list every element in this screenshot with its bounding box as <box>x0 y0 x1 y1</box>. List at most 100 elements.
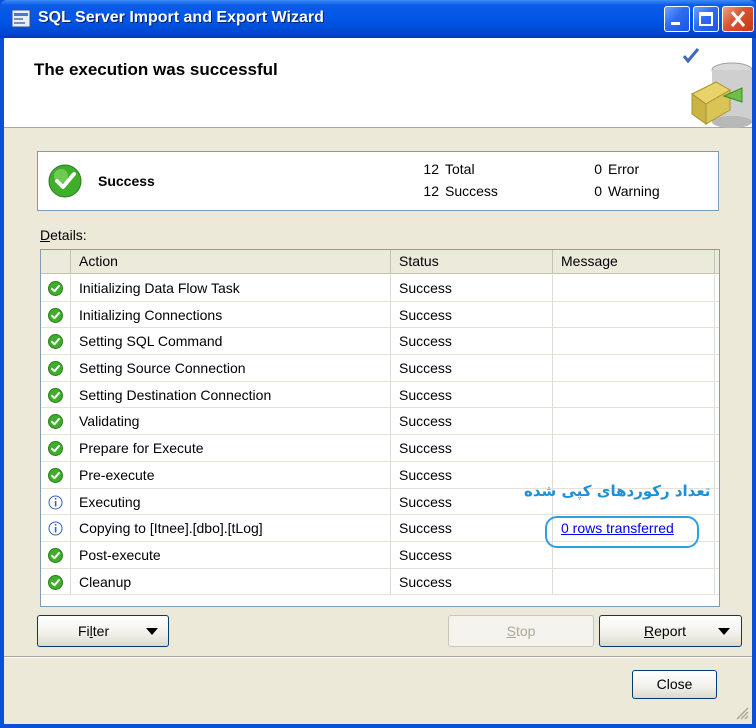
report-button[interactable]: Report <box>599 615 742 647</box>
success-icon <box>48 334 63 350</box>
annotation-highlight <box>545 516 699 548</box>
row-status: Success <box>391 515 553 542</box>
filter-label-post: ter <box>92 623 110 639</box>
success-icon <box>48 574 63 590</box>
close-button[interactable]: Close <box>632 670 717 699</box>
table-row[interactable]: Initializing Connections Success <box>41 301 719 329</box>
stop-button[interactable]: Stop <box>448 615 594 647</box>
row-filler <box>715 515 719 542</box>
row-status: Success <box>391 435 553 462</box>
wizard-banner-icon <box>682 48 752 128</box>
row-filler <box>715 382 719 409</box>
report-label-post: eport <box>654 623 687 639</box>
row-status: Success <box>391 328 553 356</box>
maximize-icon <box>699 12 713 26</box>
row-status: Success <box>391 301 553 329</box>
page-title: The execution was successful <box>34 60 278 79</box>
success-count: 12 <box>423 183 439 199</box>
table-row[interactable]: Initializing Data Flow Task Success <box>41 275 719 302</box>
icon-column-header[interactable] <box>41 250 71 274</box>
success-icon <box>48 361 63 377</box>
warning-count: 0 <box>594 183 602 199</box>
row-status-icon-cell <box>41 275 71 302</box>
row-message <box>553 301 715 329</box>
summary-status: Success <box>98 173 155 189</box>
total-count: 12 <box>423 161 439 177</box>
action-column-header[interactable]: Action <box>71 250 391 274</box>
minimize-icon <box>671 22 680 25</box>
row-filler <box>715 462 719 489</box>
row-status: Success <box>391 275 553 302</box>
filter-label-pre: Fi <box>78 623 90 639</box>
wizard-window: SQL Server Import and Export Wizard The … <box>0 0 756 728</box>
row-status-icon-cell <box>41 301 71 329</box>
row-filler <box>715 569 719 596</box>
row-message <box>553 381 715 409</box>
table-row[interactable]: Setting Destination Connection Success <box>41 381 719 409</box>
header-band: The execution was successful <box>4 38 752 128</box>
error-stat: 0 Error <box>580 161 639 177</box>
table-row[interactable]: Cleanup Success <box>41 568 719 596</box>
resize-grip-icon[interactable] <box>735 706 749 720</box>
row-status: Success <box>391 541 553 569</box>
row-filler <box>715 328 719 356</box>
row-action: Executing <box>71 488 391 516</box>
row-action: Cleanup <box>71 568 391 596</box>
row-status-icon-cell <box>41 541 71 569</box>
details-label-accel: D <box>40 227 51 243</box>
success-icon <box>48 164 82 198</box>
row-message <box>553 275 715 302</box>
row-filler <box>715 435 719 462</box>
filter-button[interactable]: Filter <box>37 615 169 647</box>
maximize-button[interactable] <box>693 6 719 32</box>
row-message <box>553 328 715 356</box>
status-column-header[interactable]: Status <box>391 250 553 274</box>
success-stat: 12 Success <box>417 183 498 199</box>
row-status-icon-cell <box>41 568 71 596</box>
row-message <box>553 435 715 462</box>
dialog-client: The execution was successful Success 12 T… <box>4 38 752 724</box>
error-label: Error <box>608 161 640 177</box>
row-action: Post-execute <box>71 541 391 569</box>
table-row[interactable]: Setting Source Connection Success <box>41 355 719 382</box>
row-status-icon-cell <box>41 328 71 356</box>
window-close-button[interactable] <box>722 6 754 32</box>
row-filler <box>715 542 719 569</box>
row-filler <box>715 489 719 516</box>
row-status: Success <box>391 381 553 409</box>
success-icon <box>48 307 63 323</box>
success-icon <box>48 547 63 563</box>
table-row[interactable]: Setting SQL Command Success <box>41 328 719 356</box>
row-action: Prepare for Execute <box>71 435 391 462</box>
stop-label-post: top <box>515 623 536 639</box>
details-label-rest: etails: <box>50 227 87 243</box>
row-message <box>553 568 715 596</box>
warning-stat: 0 Warning <box>580 183 660 199</box>
details-grid[interactable]: Action Status Message Initializing Data … <box>40 249 720 607</box>
row-filler <box>715 275 719 302</box>
footer-divider <box>4 656 752 658</box>
window-title: SQL Server Import and Export Wizard <box>38 9 324 26</box>
table-row[interactable]: Prepare for Execute Success <box>41 435 719 462</box>
filter-button-label: Filter <box>78 616 109 646</box>
close-icon <box>730 11 746 27</box>
row-status-icon-cell <box>41 515 71 542</box>
error-count: 0 <box>594 161 602 177</box>
warning-label: Warning <box>608 183 660 199</box>
minimize-button[interactable] <box>664 6 690 32</box>
row-action: Initializing Data Flow Task <box>71 275 391 302</box>
success-icon <box>48 414 63 430</box>
row-action: Initializing Connections <box>71 301 391 329</box>
report-label-accel: R <box>644 623 655 639</box>
row-message <box>553 355 715 382</box>
message-column-header[interactable]: Message <box>553 250 715 274</box>
app-icon <box>11 9 31 28</box>
row-action: Setting Destination Connection <box>71 381 391 409</box>
row-status-icon-cell <box>41 435 71 462</box>
table-row[interactable]: Validating Success <box>41 408 719 436</box>
row-action: Setting SQL Command <box>71 328 391 356</box>
total-label: Total <box>445 161 475 177</box>
stop-label-accel: S <box>506 623 516 639</box>
summary-panel: Success 12 Total 12 Success 0 Error 0 Warnin… <box>37 151 719 211</box>
title-bar[interactable]: SQL Server Import and Export Wizard <box>0 0 756 38</box>
